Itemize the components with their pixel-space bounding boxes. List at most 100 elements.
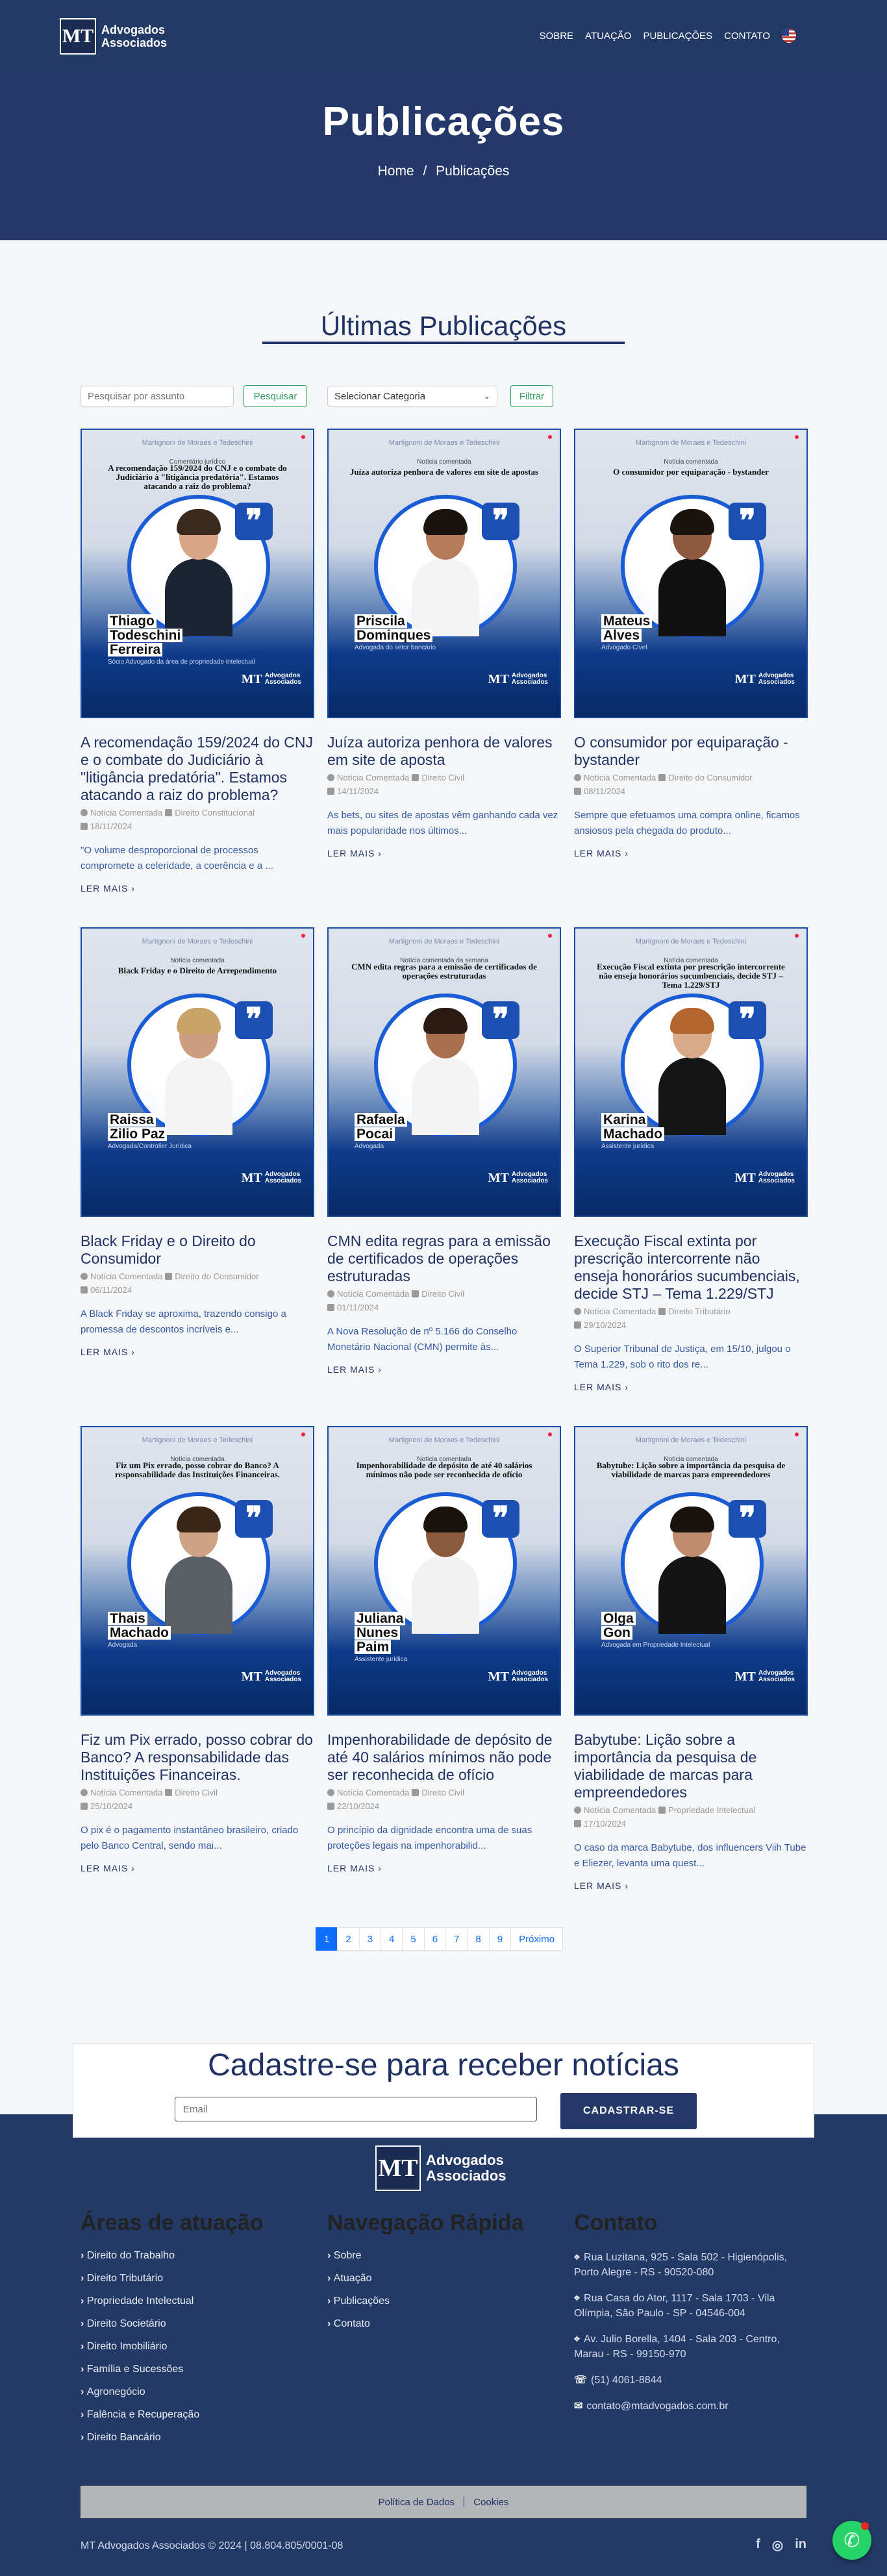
footer-area-link[interactable]: Falência e Recuperação: [81, 2409, 264, 2421]
site-logo[interactable]: MT Advogados Associados: [60, 18, 167, 55]
next-page-link[interactable]: Próximo: [510, 1927, 564, 1951]
publication-image[interactable]: Martignoni de Moraes e Tedeschini Notíci…: [574, 429, 808, 718]
publication-title[interactable]: Babytube: Lição sobre a importância da p…: [574, 1731, 808, 1801]
publication-image[interactable]: Martignoni de Moraes e Tedeschini Notíci…: [574, 927, 808, 1217]
publication-title[interactable]: Fiz um Pix errado, posso cobrar do Banco…: [81, 1731, 314, 1784]
menu-atuacao[interactable]: ATUAÇÃO: [585, 31, 631, 42]
publication-title[interactable]: Execução Fiscal extinta por prescrição i…: [574, 1232, 808, 1303]
quote-icon: ❞: [235, 1500, 273, 1538]
read-more-link[interactable]: LER MAIS ›: [327, 1364, 561, 1375]
author-role: Advogada: [355, 1143, 384, 1150]
footer-nav-link[interactable]: Contato: [327, 2318, 523, 2330]
us-flag-icon[interactable]: [782, 29, 796, 43]
read-more-link[interactable]: LER MAIS ›: [81, 1347, 314, 1357]
publication-card[interactable]: Martignoni de Moraes e Tedeschini Notíci…: [81, 927, 314, 1357]
publication-image[interactable]: Martignoni de Moraes e Tedeschini Coment…: [81, 429, 314, 718]
footer-nav-link[interactable]: Atuação: [327, 2273, 523, 2284]
read-more-link[interactable]: LER MAIS ›: [327, 848, 561, 858]
footer-area-link[interactable]: Direito Bancário: [81, 2432, 264, 2444]
page-link[interactable]: 7: [445, 1927, 468, 1951]
footer-area-link[interactable]: Direito Imobiliário: [81, 2341, 264, 2353]
publication-category: Direito Constitucional: [175, 808, 255, 818]
menu-contato[interactable]: CONTATO: [724, 31, 770, 42]
publication-category: Direito Civil: [421, 1289, 465, 1299]
image-brand: Martignoni de Moraes e Tedeschini: [635, 439, 747, 447]
page-link[interactable]: 8: [467, 1927, 490, 1951]
publication-title[interactable]: A recomendação 159/2024 do CNJ e o comba…: [81, 734, 314, 804]
calendar-icon: [574, 788, 581, 795]
page-link[interactable]: 6: [423, 1927, 447, 1951]
read-more-link[interactable]: LER MAIS ›: [574, 1881, 808, 1891]
menu-publicacoes[interactable]: PUBLICAÇÕES: [643, 31, 712, 42]
publication-card[interactable]: Martignoni de Moraes e Tedeschini Notíci…: [574, 429, 808, 858]
footer-area-link[interactable]: Direito Tributário: [81, 2273, 264, 2284]
search-input[interactable]: [81, 386, 234, 406]
publication-type: Notícia Comentada: [90, 1788, 163, 1797]
cookies-link[interactable]: Cookies: [473, 2497, 508, 2508]
footer-logo-line-1: Advogados: [426, 2152, 504, 2168]
publication-excerpt: O Superior Tribunal de Justiça, em 15/10…: [574, 1344, 791, 1370]
footer-area-link[interactable]: Família e Sucessões: [81, 2364, 264, 2375]
footer-area-link[interactable]: Propriedade Intelectual: [81, 2295, 264, 2307]
policy-link[interactable]: Política de Dados: [379, 2497, 455, 2508]
publication-image[interactable]: Martignoni de Moraes e Tedeschini Notíci…: [81, 1426, 314, 1716]
facebook-icon[interactable]: f: [756, 2537, 760, 2553]
quote-icon: ❞: [482, 1500, 519, 1538]
page-link[interactable]: 4: [381, 1927, 403, 1951]
publication-title[interactable]: O consumidor por equiparação - bystander: [574, 734, 808, 769]
publication-card[interactable]: Martignoni de Moraes e Tedeschini Notíci…: [327, 429, 561, 858]
read-more-link[interactable]: LER MAIS ›: [327, 1863, 561, 1873]
footer-area-link[interactable]: Agronegócio: [81, 2386, 264, 2398]
footer-logo[interactable]: MT Advogados Associados: [375, 2145, 506, 2191]
publication-image[interactable]: Martignoni de Moraes e Tedeschini Notíci…: [327, 429, 561, 718]
search-button[interactable]: Pesquisar: [244, 385, 307, 407]
page-link[interactable]: 5: [402, 1927, 425, 1951]
publication-card[interactable]: Martignoni de Moraes e Tedeschini Notíci…: [81, 1426, 314, 1873]
publication-type: Notícia Comentada: [584, 773, 656, 782]
footer-area-link[interactable]: Direito do Trabalho: [81, 2250, 264, 2262]
author-name: Thiago Todeschini Ferreira: [108, 614, 183, 657]
publication-image[interactable]: Martignoni de Moraes e Tedeschini Notíci…: [574, 1426, 808, 1716]
folder-icon: [658, 774, 666, 781]
read-more-link[interactable]: LER MAIS ›: [81, 1863, 314, 1873]
publication-image[interactable]: Martignoni de Moraes e Tedeschini Notíci…: [327, 1426, 561, 1716]
publication-type: Notícia Comentada: [90, 808, 163, 818]
footer-phone[interactable]: (51) 4061-8844: [591, 2375, 662, 2386]
page-link[interactable]: 2: [337, 1927, 360, 1951]
footer-nav-link[interactable]: Sobre: [327, 2250, 523, 2262]
footer-area-link[interactable]: Direito Societário: [81, 2318, 264, 2330]
publication-title[interactable]: Black Friday e o Direito do Consumidor: [81, 1232, 314, 1268]
newsletter-submit-button[interactable]: CADASTRAR-SE: [560, 2093, 697, 2129]
publication-card[interactable]: Martignoni de Moraes e Tedeschini Notíci…: [327, 1426, 561, 1873]
whatsapp-icon[interactable]: ✆: [832, 2521, 871, 2560]
read-more-link[interactable]: LER MAIS ›: [574, 1382, 808, 1392]
author-role: Assistente jurídica: [601, 1143, 655, 1150]
read-more-link[interactable]: LER MAIS ›: [574, 848, 808, 858]
author-portrait: [658, 1507, 726, 1634]
page-link[interactable]: 9: [488, 1927, 512, 1951]
publication-title[interactable]: CMN edita regras para a emissão de certi…: [327, 1232, 561, 1285]
publication-card[interactable]: Martignoni de Moraes e Tedeschini Notíci…: [327, 927, 561, 1375]
menu-sobre[interactable]: SOBRE: [540, 31, 574, 42]
page-link[interactable]: 3: [358, 1927, 382, 1951]
breadcrumb-home[interactable]: Home: [378, 164, 414, 179]
publication-image[interactable]: Martignoni de Moraes e Tedeschini Notíci…: [81, 927, 314, 1217]
footer-email[interactable]: contato@mtadvogados.com.br: [586, 2401, 728, 2412]
instagram-icon[interactable]: ◎: [772, 2537, 783, 2553]
publication-date: 08/11/2024: [584, 786, 626, 796]
image-brand: Martignoni de Moraes e Tedeschini: [635, 1436, 747, 1444]
footer-nav-link[interactable]: Publicações: [327, 2295, 523, 2307]
page-link[interactable]: 1: [316, 1927, 338, 1951]
publication-meta: Notícia Comentada Direito Civil: [327, 773, 561, 782]
publication-card[interactable]: Martignoni de Moraes e Tedeschini Coment…: [81, 429, 314, 894]
category-select[interactable]: Selecionar Categoria ⌄: [327, 386, 497, 406]
newsletter-email-input[interactable]: [175, 2097, 537, 2121]
publication-card[interactable]: Martignoni de Moraes e Tedeschini Notíci…: [574, 927, 808, 1392]
read-more-link[interactable]: LER MAIS ›: [81, 883, 314, 894]
filter-button[interactable]: Filtrar: [510, 385, 553, 407]
publication-title[interactable]: Juíza autoriza penhora de valores em sit…: [327, 734, 561, 769]
publication-title[interactable]: Impenhorabilidade de depósito de até 40 …: [327, 1731, 561, 1784]
publication-image[interactable]: Martignoni de Moraes e Tedeschini Notíci…: [327, 927, 561, 1217]
publication-card[interactable]: Martignoni de Moraes e Tedeschini Notíci…: [574, 1426, 808, 1891]
linkedin-icon[interactable]: in: [795, 2537, 806, 2553]
